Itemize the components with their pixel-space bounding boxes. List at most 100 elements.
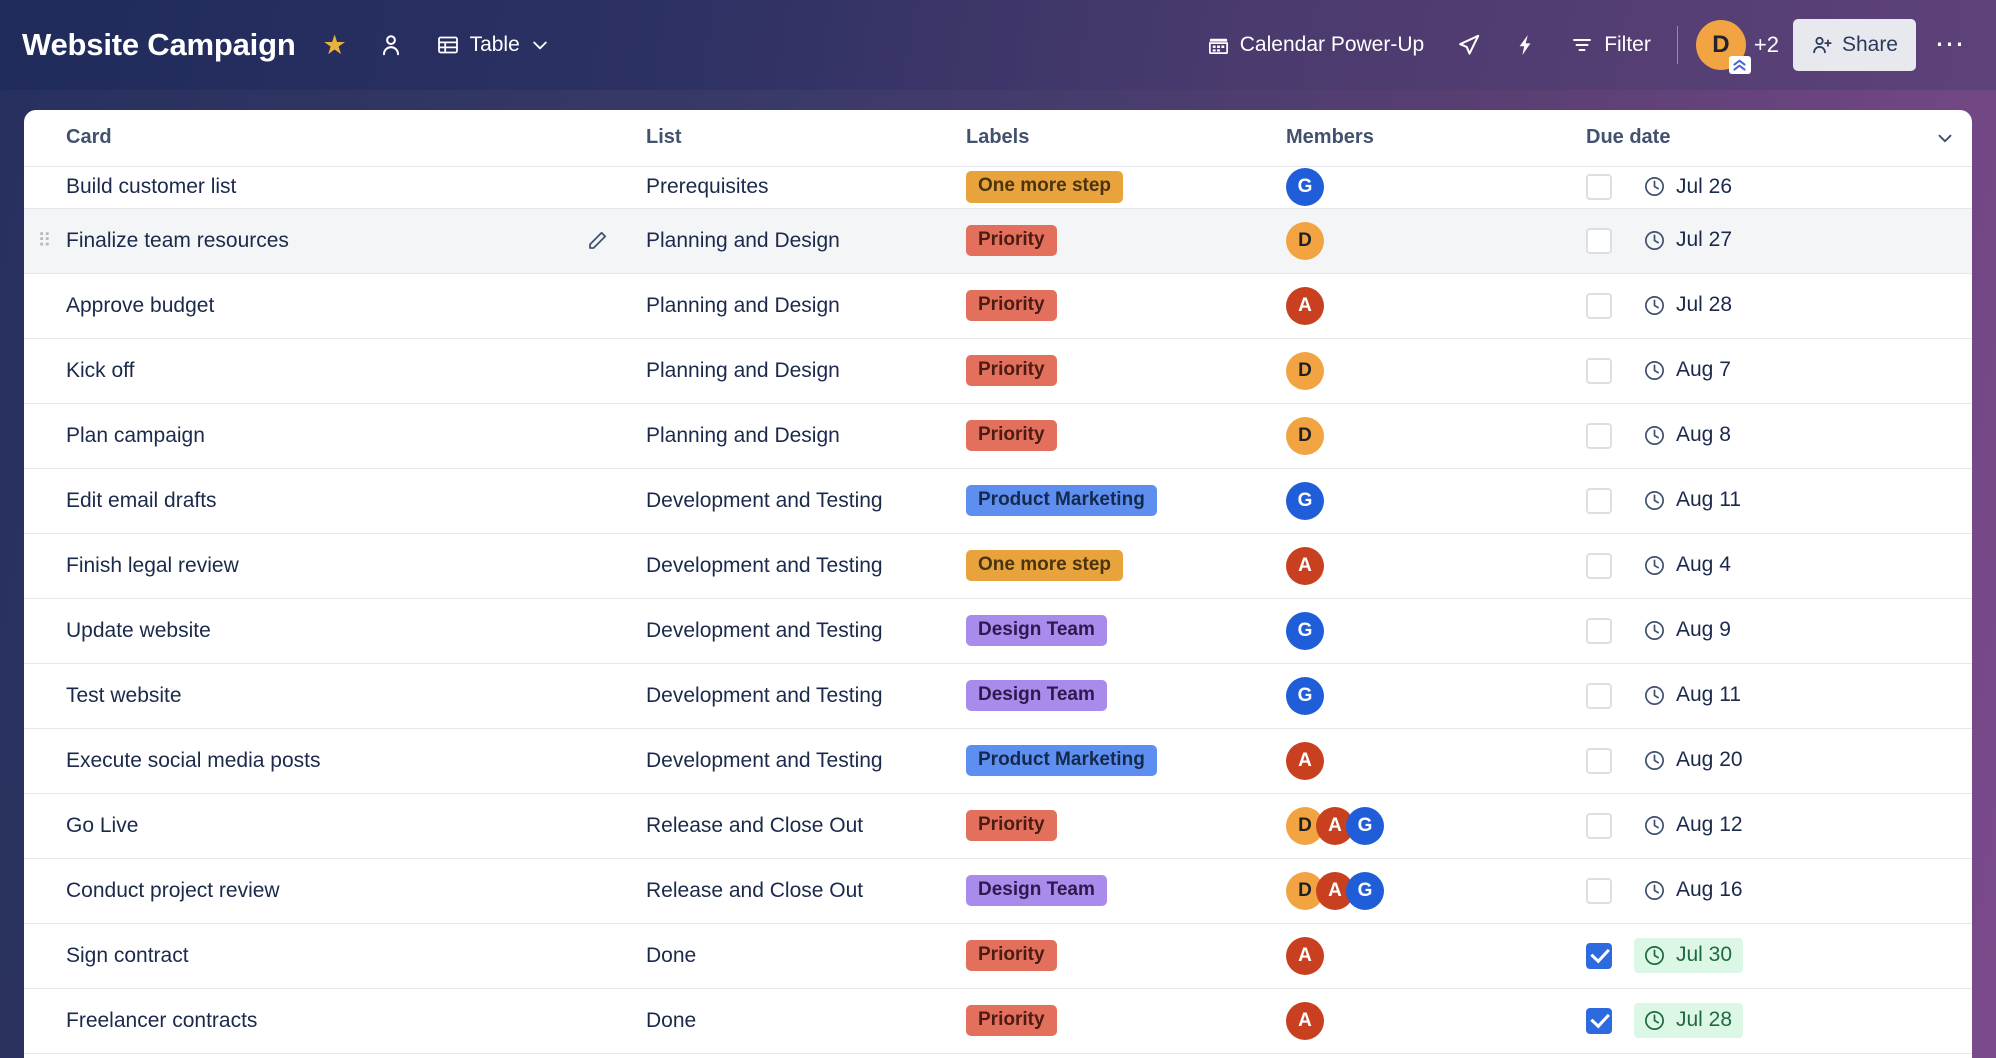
- due-date-cell[interactable]: Aug 16: [1586, 858, 1972, 924]
- card-cell[interactable]: Build customer list: [66, 166, 646, 209]
- list-cell[interactable]: Prerequisites: [646, 166, 966, 209]
- members-cell[interactable]: G: [1286, 468, 1586, 534]
- member-avatar[interactable]: G: [1286, 481, 1324, 520]
- label-chip[interactable]: Design Team: [966, 874, 1107, 907]
- list-cell[interactable]: Planning and Design: [646, 403, 966, 469]
- card-cell[interactable]: Sign contract: [66, 923, 646, 989]
- labels-cell[interactable]: Priority: [966, 988, 1286, 1054]
- due-date-badge[interactable]: Aug 9: [1634, 613, 1742, 648]
- due-complete-checkbox[interactable]: [1586, 877, 1612, 904]
- column-header-list[interactable]: List: [646, 110, 966, 167]
- star-icon[interactable]: ★: [312, 22, 358, 68]
- due-date-badge[interactable]: Jul 27: [1634, 223, 1743, 258]
- label-chip[interactable]: Product Marketing: [966, 744, 1157, 777]
- due-date-cell[interactable]: Jul 28: [1586, 273, 1972, 339]
- table-row[interactable]: ⠿Plan campaign Planning and DesignPriori…: [24, 403, 1972, 469]
- card-cell[interactable]: Update website: [66, 598, 646, 664]
- table-row[interactable]: ⠿Update website Development and TestingD…: [24, 598, 1972, 664]
- due-complete-checkbox[interactable]: [1586, 227, 1612, 254]
- due-complete-checkbox[interactable]: [1586, 812, 1612, 839]
- due-complete-checkbox[interactable]: [1586, 552, 1612, 579]
- automation-rocket-icon[interactable]: [1446, 22, 1492, 68]
- card-name[interactable]: Update website: [66, 619, 211, 642]
- card-cell[interactable]: Go Live: [66, 793, 646, 859]
- due-date-badge[interactable]: Jul 30: [1634, 938, 1744, 973]
- due-date-cell[interactable]: Aug 11: [1586, 663, 1972, 729]
- labels-cell[interactable]: Priority: [966, 403, 1286, 469]
- card-name[interactable]: Approve budget: [66, 294, 214, 317]
- member-avatar[interactable]: G: [1286, 611, 1324, 650]
- labels-cell[interactable]: Priority: [966, 273, 1286, 339]
- card-cell[interactable]: Finish legal review: [66, 533, 646, 599]
- card-cell[interactable]: Finalize team resources: [66, 208, 646, 274]
- label-chip[interactable]: Priority: [966, 419, 1057, 452]
- labels-cell[interactable]: Priority: [966, 208, 1286, 274]
- due-date-cell[interactable]: Aug 11: [1586, 468, 1972, 534]
- list-cell[interactable]: Planning and Design: [646, 273, 966, 339]
- member-avatar[interactable]: A: [1286, 936, 1324, 975]
- member-avatar[interactable]: G: [1346, 806, 1384, 845]
- label-chip[interactable]: Priority: [966, 354, 1057, 387]
- member-avatar[interactable]: G: [1286, 676, 1324, 715]
- card-cell[interactable]: Execute social media posts: [66, 728, 646, 794]
- labels-cell[interactable]: One more step: [966, 166, 1286, 209]
- label-chip[interactable]: Priority: [966, 224, 1057, 257]
- member-avatar[interactable]: D: [1286, 416, 1324, 455]
- members-cell[interactable]: G: [1286, 598, 1586, 664]
- due-date-badge[interactable]: Jul 26: [1634, 170, 1743, 205]
- label-chip[interactable]: Priority: [966, 809, 1057, 842]
- due-complete-checkbox[interactable]: [1586, 487, 1612, 514]
- column-header-due-date[interactable]: Due date: [1586, 110, 1972, 167]
- card-name[interactable]: Edit email drafts: [66, 489, 217, 512]
- due-date-cell[interactable]: Aug 4: [1586, 533, 1972, 599]
- extra-members-count[interactable]: +2: [1754, 32, 1779, 58]
- due-date-cell[interactable]: Aug 8: [1586, 403, 1972, 469]
- members-cell[interactable]: A: [1286, 923, 1586, 989]
- table-row[interactable]: ⠿Build customer list PrerequisitesOne mo…: [24, 166, 1972, 209]
- list-cell[interactable]: Done: [646, 988, 966, 1054]
- column-header-labels[interactable]: Labels: [966, 110, 1286, 167]
- due-date-cell[interactable]: Aug 20: [1586, 728, 1972, 794]
- labels-cell[interactable]: Design Team: [966, 598, 1286, 664]
- members-cell[interactable]: D: [1286, 338, 1586, 404]
- due-complete-checkbox[interactable]: [1586, 422, 1612, 449]
- members-cell[interactable]: A: [1286, 533, 1586, 599]
- label-chip[interactable]: One more step: [966, 549, 1124, 582]
- labels-cell[interactable]: Priority: [966, 793, 1286, 859]
- label-chip[interactable]: Design Team: [966, 614, 1107, 647]
- list-cell[interactable]: Development and Testing: [646, 598, 966, 664]
- card-cell[interactable]: Plan campaign: [66, 403, 646, 469]
- due-complete-checkbox[interactable]: [1586, 292, 1612, 319]
- member-avatar[interactable]: A: [1286, 1001, 1324, 1040]
- labels-cell[interactable]: Priority: [966, 338, 1286, 404]
- due-complete-checkbox[interactable]: [1586, 617, 1612, 644]
- card-cell[interactable]: Freelancer contracts: [66, 988, 646, 1054]
- labels-cell[interactable]: Product Marketing: [966, 468, 1286, 534]
- table-row[interactable]: ⠿Kick off Planning and DesignPriority D A…: [24, 338, 1972, 404]
- card-name[interactable]: Sign contract: [66, 944, 189, 967]
- member-avatar[interactable]: D: [1286, 351, 1324, 390]
- calendar-powerup-button[interactable]: Calendar Power-Up: [1195, 21, 1436, 69]
- card-name[interactable]: Build customer list: [66, 175, 236, 198]
- due-date-badge[interactable]: Aug 12: [1634, 808, 1754, 843]
- list-cell[interactable]: Planning and Design: [646, 208, 966, 274]
- table-row[interactable]: ⠿Test website Development and TestingDes…: [24, 663, 1972, 729]
- labels-cell[interactable]: Design Team: [966, 663, 1286, 729]
- due-date-badge[interactable]: Jul 28: [1634, 288, 1743, 323]
- table-row[interactable]: ⠿Go Live Release and Close OutPriority DA…: [24, 793, 1972, 859]
- due-date-cell[interactable]: Aug 12: [1586, 793, 1972, 859]
- chevron-down-icon[interactable]: [1934, 127, 1972, 149]
- label-chip[interactable]: Priority: [966, 1004, 1057, 1037]
- list-cell[interactable]: Development and Testing: [646, 728, 966, 794]
- due-date-cell[interactable]: Aug 9: [1586, 598, 1972, 664]
- label-chip[interactable]: One more step: [966, 171, 1124, 203]
- due-date-cell[interactable]: Jul 28: [1586, 988, 1972, 1054]
- card-name[interactable]: Conduct project review: [66, 879, 280, 902]
- due-date-badge[interactable]: Aug 8: [1634, 418, 1742, 453]
- card-name[interactable]: Finalize team resources: [66, 229, 289, 252]
- table-row[interactable]: ⠿Execute social media posts Development …: [24, 728, 1972, 794]
- members-cell[interactable]: A: [1286, 273, 1586, 339]
- table-row[interactable]: ⠿Conduct project review Release and Clos…: [24, 858, 1972, 924]
- due-date-cell[interactable]: Jul 30: [1586, 923, 1972, 989]
- member-avatar[interactable]: A: [1286, 741, 1324, 780]
